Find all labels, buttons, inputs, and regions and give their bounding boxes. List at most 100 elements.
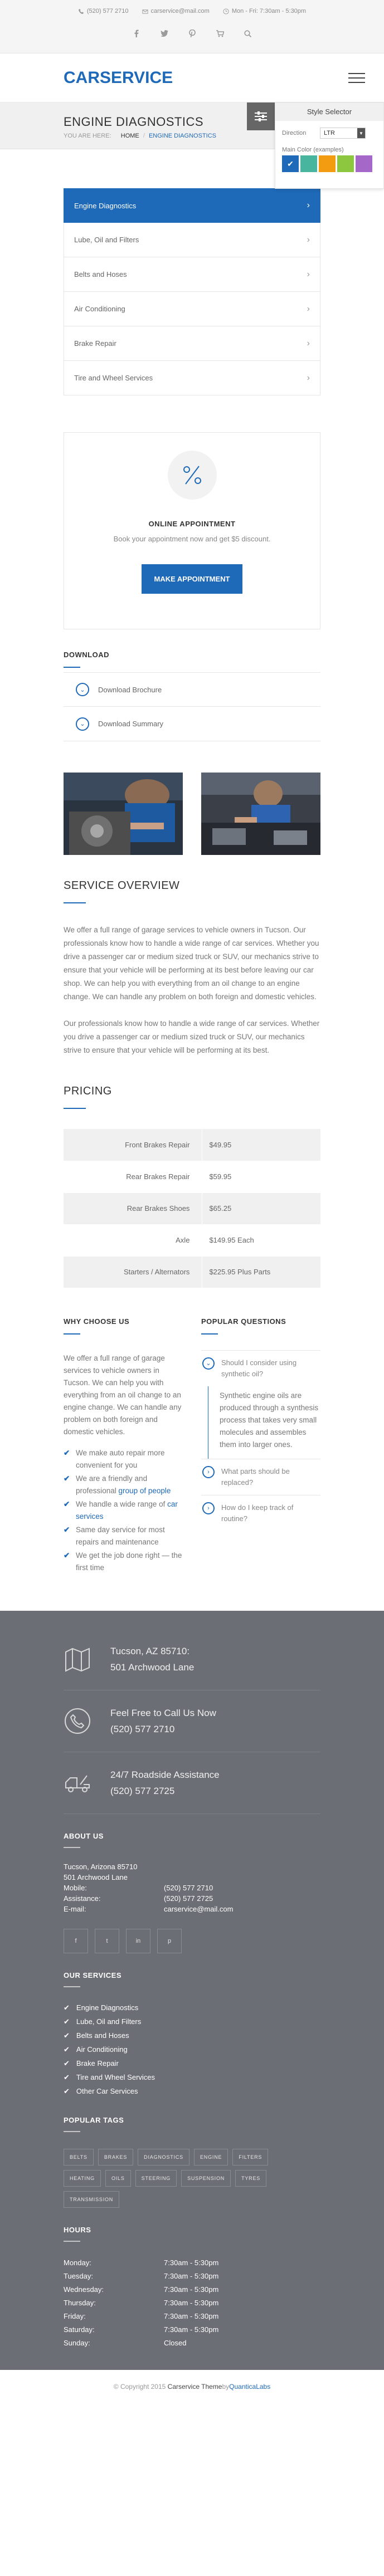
list-item[interactable]: ✔ Tire and Wheel Services — [64, 2070, 320, 2084]
download-summary-link[interactable]: ⌄ Download Summary — [64, 707, 320, 741]
table-row: Starters / Alternators $225.95 Plus Parts — [64, 1256, 320, 1288]
top-phone[interactable]: (520) 577 2710 — [78, 8, 129, 14]
tag[interactable]: HEATING — [64, 2169, 101, 2187]
cart-icon[interactable] — [216, 29, 225, 38]
linkedin-icon[interactable]: in — [126, 1928, 150, 1953]
chevron-right-icon: › — [202, 1465, 215, 1478]
check-icon: ✔ — [64, 2086, 70, 2095]
list-item[interactable]: ✔ Other Car Services — [64, 2084, 320, 2098]
why-choose-us: WHY CHOOSE US We offer a full range of g… — [64, 1295, 183, 1575]
facebook-icon[interactable] — [132, 29, 141, 38]
mechanic-photo-1[interactable] — [64, 773, 183, 855]
breadcrumb-home[interactable]: HOME — [121, 133, 139, 139]
chevron-right-icon: › — [307, 373, 310, 383]
menu-toggle-icon[interactable] — [348, 72, 365, 83]
tag[interactable]: BELTS — [64, 2148, 94, 2166]
swatch-teal[interactable] — [300, 155, 317, 172]
popular-questions: POPULAR QUESTIONS ⌄ Should I consider usi… — [201, 1295, 320, 1575]
footer-services: OUR SERVICES ✔ Engine Diagnostics ✔ Lube, … — [0, 1971, 384, 2098]
direction-select[interactable]: LTR ▼ — [320, 128, 366, 139]
map-icon — [65, 1647, 90, 1672]
faq-question[interactable]: › How do I keep track of routine? — [201, 1494, 320, 1531]
group-link[interactable]: group of people — [119, 1487, 171, 1495]
tag[interactable]: STEERING — [135, 2169, 177, 2187]
mail-icon — [142, 9, 148, 14]
page-title-bar: Engine Diagnostics YOU ARE HERE: HOME / … — [0, 102, 384, 189]
theme-link[interactable]: Carservice Theme — [168, 2383, 222, 2391]
download-brochure-link[interactable]: ⌄ Download Brochure — [64, 672, 320, 707]
list-item: ✔ We handle a wide range of car services — [64, 1498, 183, 1523]
pinterest-icon[interactable] — [188, 29, 197, 38]
check-icon: ✔ — [64, 2059, 70, 2067]
list-item[interactable]: ✔ Brake Repair — [64, 2056, 320, 2070]
style-selector-toggle[interactable] — [247, 102, 275, 130]
color-swatches: ✔ — [275, 155, 383, 172]
chevron-down-icon: ▼ — [357, 128, 365, 138]
check-icon: ✔ — [64, 1448, 70, 1457]
check-icon: ✔ — [64, 2072, 70, 2081]
faq-question[interactable]: ⌄ Should I consider using synthetic oil? — [201, 1350, 320, 1386]
services-menu-item[interactable]: Brake Repair › — [64, 326, 320, 361]
footer-social: f t in p — [64, 1928, 320, 1953]
list-item[interactable]: ✔ Belts and Hoses — [64, 2028, 320, 2042]
style-selector-panel: Style Selector Direction LTR ▼ Main Color… — [275, 102, 384, 189]
facebook-icon[interactable]: f — [64, 1928, 88, 1953]
check-icon: ✔ — [64, 2003, 70, 2012]
twitter-icon[interactable]: t — [95, 1928, 119, 1953]
table-row: Rear Brakes Repair $59.95 — [64, 1161, 320, 1193]
list-item[interactable]: ✔ Air Conditioning — [64, 2042, 320, 2056]
pricing-table: Front Brakes Repair $49.95 Rear Brakes Re… — [64, 1129, 320, 1288]
breadcrumb-current: ENGINE DIAGNOSTICS — [148, 133, 216, 139]
footer-contact-address: Tucson, AZ 85710: 501 Archwood Lane — [0, 1643, 384, 1675]
list-item[interactable]: ✔ Lube, Oil and Filters — [64, 2015, 320, 2028]
mechanic-photo-2[interactable] — [201, 773, 320, 855]
services-menu-item[interactable]: Lube, Oil and Filters › — [64, 223, 320, 257]
make-appointment-button[interactable]: MAKE APPOINTMENT — [142, 564, 242, 594]
download-heading: DOWNLOAD — [64, 651, 320, 668]
top-hours: Mon - Fri: 7:30am - 5:30pm — [223, 8, 306, 14]
direction-label: Direction — [282, 130, 307, 136]
tag[interactable]: BRAKES — [98, 2148, 134, 2166]
author-link[interactable]: QuanticaLabs — [229, 2383, 270, 2391]
search-icon[interactable] — [244, 29, 252, 38]
tag[interactable]: DIAGNOSTICS — [138, 2148, 189, 2166]
site-header: CARSERVICE — [0, 53, 384, 102]
site-footer: Tucson, AZ 85710: 501 Archwood Lane Feel … — [0, 1610, 384, 2403]
faq-answer: Synthetic engine oils are produced throu… — [208, 1386, 320, 1459]
top-bar: (520) 577 2710 carservice@mail.com Mon -… — [0, 0, 384, 53]
appointment-title: ONLINE APPOINTMENT — [148, 520, 236, 528]
swatch-purple[interactable] — [356, 155, 372, 172]
pinterest-icon[interactable]: p — [157, 1928, 182, 1953]
swatch-orange[interactable] — [319, 155, 336, 172]
overview-paragraph: We offer a full range of garage services… — [64, 926, 319, 1001]
main-color-label: Main Color (examples) — [282, 146, 344, 153]
list-item[interactable]: ✔ Engine Diagnostics — [64, 2001, 320, 2015]
footer-contact-roadside: 24/7 Roadside Assistance (520) 577 2725 — [0, 1767, 384, 1799]
faq-question[interactable]: › What parts should be replaced? — [201, 1458, 320, 1495]
tag[interactable]: ENGINE — [193, 2148, 229, 2166]
site-logo[interactable]: CARSERVICE — [64, 69, 173, 87]
faq-accordion: ⌄ Should I consider using synthetic oil? … — [201, 1350, 320, 1531]
tag[interactable]: TYRES — [235, 2169, 267, 2187]
check-icon: ✔ — [64, 2031, 70, 2040]
services-menu-item[interactable]: Engine Diagnostics › — [64, 188, 320, 223]
twitter-icon[interactable] — [160, 29, 169, 38]
clock-icon — [223, 8, 229, 14]
services-menu-item[interactable]: Tire and Wheel Services › — [64, 361, 320, 395]
table-row: Rear Brakes Shoes $65.25 — [64, 1192, 320, 1225]
chevron-right-icon: › — [307, 338, 310, 348]
services-menu-item[interactable]: Air Conditioning › — [64, 292, 320, 326]
tag[interactable]: SUSPENSION — [181, 2169, 231, 2187]
swatch-green[interactable] — [337, 155, 354, 172]
top-email[interactable]: carservice@mail.com — [142, 8, 210, 14]
tag[interactable]: OILS — [105, 2169, 131, 2187]
footer-email-link[interactable]: carservice@mail.com — [164, 1904, 320, 1914]
appointment-box: ONLINE APPOINTMENT Book your appointment… — [64, 432, 320, 629]
tag[interactable]: FILTERS — [232, 2148, 269, 2166]
tag[interactable]: TRANSMISSION — [64, 2191, 120, 2208]
services-menu-item[interactable]: Belts and Hoses › — [64, 257, 320, 292]
chevron-right-icon: › — [307, 234, 310, 245]
check-icon: ✔ — [64, 1499, 70, 1508]
main-content: Engine Diagnostics › Lube, Oil and Filter… — [0, 188, 384, 1575]
swatch-blue[interactable]: ✔ — [282, 155, 299, 172]
